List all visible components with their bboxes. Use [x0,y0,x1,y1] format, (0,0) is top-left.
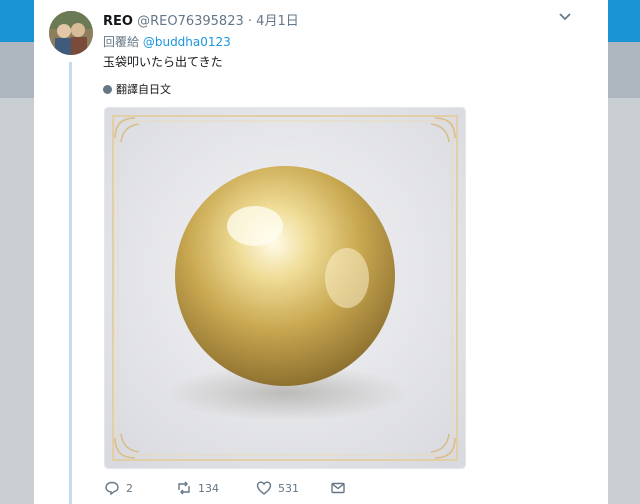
reply-count: 2 [126,481,133,495]
reply-icon [105,481,119,496]
reply-prefix: 回覆給 [103,35,140,49]
like-icon [256,481,272,495]
retweet-icon [178,481,190,495]
tweet-date[interactable]: 4月1日 [256,14,299,29]
user-handle[interactable]: @REO76395823 [137,14,244,29]
tweet-media[interactable] [104,107,466,469]
reply-button[interactable]: 2 [104,480,133,496]
display-name[interactable]: REO [103,14,133,29]
tweet-header: REO @REO76395823 · 4月1日 [103,10,299,29]
thread-line [69,62,72,504]
avatar[interactable] [49,11,93,55]
retweet-count: 134 [198,481,219,495]
reply-mention-link[interactable]: @buddha0123 [143,35,231,49]
chevron-down-icon[interactable] [558,12,572,22]
tweet-card: REO @REO76395823 · 4月1日 回覆給 @buddha0123 … [34,0,608,504]
separator: · [247,14,253,29]
avatar-image [49,11,93,55]
globe-icon [103,85,112,94]
retweet-button[interactable]: 134 [176,480,219,496]
message-icon [331,482,345,494]
translate-label: 翻譯自日文 [116,83,171,96]
reply-context: 回覆給 @buddha0123 [103,33,231,50]
pearl-photo [105,108,465,468]
tweet-actions: 2 134 531 [104,480,404,500]
translate-link[interactable]: 翻譯自日文 [103,81,171,97]
direct-message-button[interactable] [330,480,352,496]
like-count: 531 [278,481,299,495]
tweet-text: 玉袋叩いたら出てきた [103,55,223,69]
like-button[interactable]: 531 [256,480,299,496]
